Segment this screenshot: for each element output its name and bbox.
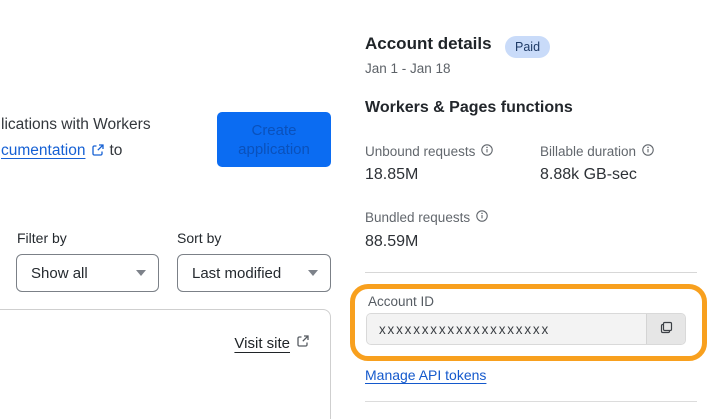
billing-date-range: Jan 1 - Jan 18 — [365, 61, 451, 76]
intro-suffix: to — [109, 142, 123, 159]
info-icon[interactable] — [481, 144, 494, 159]
create-application-button[interactable]: Create application — [217, 112, 331, 167]
external-link-icon — [91, 140, 105, 166]
account-details-title: Account details — [365, 34, 492, 53]
copy-account-id-button[interactable] — [646, 314, 685, 344]
external-link-icon — [296, 334, 310, 353]
bundled-requests-label: Bundled requests — [365, 210, 488, 225]
account-id-label: Account ID — [368, 294, 435, 309]
copy-icon — [659, 320, 674, 338]
filter-select-value: Show all — [31, 264, 88, 282]
billable-duration-label: Billable duration — [540, 144, 654, 159]
account-id-group — [366, 313, 686, 345]
sort-select-value: Last modified — [192, 264, 282, 282]
info-icon[interactable] — [642, 144, 654, 159]
unbound-requests-value: 18.85M — [365, 166, 419, 183]
divider — [365, 272, 697, 273]
intro-line-1: lications with Workers — [1, 116, 151, 133]
intro-text: lications with Workers cumentation to — [1, 112, 151, 166]
visit-site-link[interactable]: Visit site — [234, 335, 290, 352]
filter-select[interactable]: Show all — [16, 254, 159, 292]
sort-select[interactable]: Last modified — [177, 254, 331, 292]
sort-by-label: Sort by — [177, 230, 222, 246]
manage-api-tokens-link[interactable]: Manage API tokens — [365, 367, 486, 383]
intro-line-2: cumentation to — [1, 138, 151, 166]
project-card: Visit site — [0, 309, 331, 419]
documentation-link[interactable]: cumentation — [1, 142, 85, 159]
billable-duration-value: 8.88k GB-sec — [540, 166, 637, 183]
workers-pages-functions-title: Workers & Pages functions — [365, 99, 573, 116]
chevron-down-icon — [136, 270, 146, 276]
visit-site-wrap: Visit site — [234, 334, 314, 353]
info-icon[interactable] — [476, 210, 488, 225]
divider — [365, 401, 697, 402]
account-id-input[interactable] — [367, 314, 646, 344]
unbound-requests-label: Unbound requests — [365, 144, 494, 159]
bundled-requests-value: 88.59M — [365, 233, 419, 250]
filter-by-label: Filter by — [17, 230, 67, 246]
chevron-down-icon — [308, 270, 318, 276]
workers-pages-dashboard: lications with Workers cumentation to Cre… — [0, 0, 718, 419]
paid-plan-badge: Paid — [505, 36, 551, 58]
